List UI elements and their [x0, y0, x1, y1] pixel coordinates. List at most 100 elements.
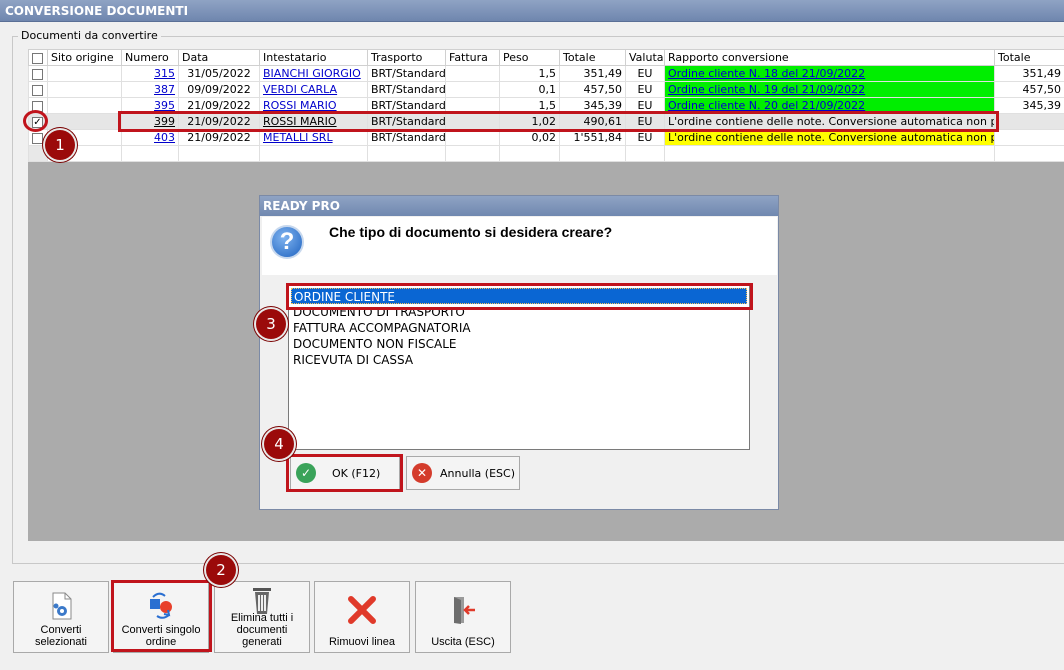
uscita-button[interactable]: Uscita (ESC): [415, 581, 511, 653]
link-rapporto[interactable]: Ordine cliente N. 18 del 21/09/2022: [668, 67, 865, 80]
column-header[interactable]: Peso: [499, 49, 560, 66]
row-checkbox[interactable]: [32, 68, 43, 80]
column-header[interactable]: Rapporto conversione: [664, 49, 995, 66]
header-select-all[interactable]: [28, 49, 48, 66]
dialog-title: READY PRO: [260, 196, 778, 216]
link-intestatario[interactable]: VERDI CARLA: [263, 83, 337, 96]
rimuovi-linea-label: Rimuovi linea: [328, 636, 396, 648]
cancel-icon: ✕: [412, 463, 432, 483]
annotation-box-ok: [286, 454, 403, 492]
cell-rapporto[interactable]: Ordine cliente N. 19 del 21/09/2022: [664, 81, 995, 98]
uscita-label: Uscita (ESC): [431, 636, 495, 648]
table-row[interactable]: 315 31/05/2022 BIANCHI GIORGIO BRT/Standard…: [28, 65, 1064, 82]
annotation-box-row: [118, 111, 999, 132]
cell-totale2: 457,50: [994, 81, 1064, 98]
dialog-question: Che tipo di documento si desidera creare…: [329, 224, 613, 240]
cell-peso: 1,5: [499, 65, 560, 82]
annotation-badge-4: 4: [264, 429, 294, 459]
column-header[interactable]: Totale: [559, 49, 626, 66]
cell-totale: 457,50: [559, 81, 626, 98]
cell-rapporto[interactable]: Ordine cliente N. 18 del 21/09/2022: [664, 65, 995, 82]
cancel-button[interactable]: ✕ Annulla (ESC): [406, 456, 520, 490]
row-checkbox[interactable]: [32, 84, 43, 96]
cell-totale2: 345,39: [994, 97, 1064, 114]
documents-grid: Sito origine Numero Data Intestatario Tr…: [28, 49, 1064, 162]
cell-fattura: [445, 81, 500, 98]
question-icon: ?: [270, 225, 304, 259]
cell-intestatario[interactable]: VERDI CARLA: [259, 81, 368, 98]
annotation-badge-1: 1: [45, 130, 75, 160]
empty-cell: [559, 145, 626, 162]
empty-cell: [121, 145, 179, 162]
list-item-documento-non-fiscale[interactable]: DOCUMENTO NON FISCALE: [291, 336, 747, 352]
cell-totale2: [994, 113, 1064, 130]
link-numero[interactable]: 403: [154, 131, 175, 144]
annotation-badge-2: 2: [206, 555, 236, 585]
row-checkbox-cell[interactable]: [28, 65, 48, 82]
annotation-box-option: [286, 283, 753, 310]
cell-data: 31/05/2022: [178, 65, 260, 82]
cell-sito: [47, 65, 122, 82]
empty-cell: [499, 145, 560, 162]
cell-trasporto: BRT/Standard: [367, 65, 446, 82]
cell-trasporto: BRT/Standard: [367, 81, 446, 98]
cell-valuta: EU: [625, 65, 665, 82]
window-title: CONVERSIONE DOCUMENTI: [0, 0, 1064, 22]
cell-peso: 0,1: [499, 81, 560, 98]
annotation-box-converti-singolo: [111, 580, 212, 652]
exit-door-icon: [454, 597, 475, 624]
cell-data: 09/09/2022: [178, 81, 260, 98]
table-row-empty: [28, 145, 1064, 162]
column-header[interactable]: Numero: [121, 49, 179, 66]
list-item-fattura-accompagnatoria[interactable]: FATTURA ACCOMPAGNATORIA: [291, 320, 747, 336]
cell-sito: [47, 97, 122, 114]
cell-intestatario[interactable]: BIANCHI GIORGIO: [259, 65, 368, 82]
row-checkbox[interactable]: [32, 132, 43, 144]
red-x-icon: [348, 596, 376, 624]
annotation-badge-3: 3: [256, 309, 286, 339]
cell-sito: [47, 113, 122, 130]
cancel-button-label: Annulla (ESC): [440, 466, 515, 480]
empty-cell: [994, 145, 1064, 162]
converti-selezionati-button[interactable]: Converti selezionati: [13, 581, 109, 653]
column-header[interactable]: Valuta: [625, 49, 665, 66]
link-numero[interactable]: 315: [154, 67, 175, 80]
grid-header-row: Sito origine Numero Data Intestatario Tr…: [28, 49, 1064, 66]
column-header[interactable]: Totale: [994, 49, 1064, 66]
link-intestatario[interactable]: METALLI SRL: [263, 131, 333, 144]
empty-cell: [625, 145, 665, 162]
converti-selezionati-label: Converti selezionati: [35, 624, 87, 648]
column-header[interactable]: Fattura: [445, 49, 500, 66]
rimuovi-linea-button[interactable]: Rimuovi linea: [314, 581, 410, 653]
list-item-ricevuta-cassa[interactable]: RICEVUTA DI CASSA: [291, 352, 747, 368]
column-header[interactable]: Trasporto: [367, 49, 446, 66]
column-header[interactable]: Data: [178, 49, 260, 66]
empty-cell: [367, 145, 446, 162]
cell-fattura: [445, 65, 500, 82]
empty-cell: [445, 145, 500, 162]
link-numero[interactable]: 387: [154, 83, 175, 96]
cell-valuta: EU: [625, 81, 665, 98]
cell-sito: [47, 81, 122, 98]
link-rapporto[interactable]: Ordine cliente N. 19 del 21/09/2022: [668, 83, 865, 96]
column-header[interactable]: Intestatario: [259, 49, 368, 66]
groupbox-label: Documenti da convertire: [18, 29, 161, 42]
document-gear-icon: [52, 592, 72, 620]
column-header[interactable]: Sito origine: [47, 49, 122, 66]
cell-totale: 351,49: [559, 65, 626, 82]
cell-totale2: 351,49: [994, 65, 1064, 82]
cell-totale2: [994, 129, 1064, 146]
empty-cell: [664, 145, 995, 162]
row-checkbox-cell[interactable]: [28, 81, 48, 98]
table-row[interactable]: 387 09/09/2022 VERDI CARLA BRT/Standard 0,1 4…: [28, 81, 1064, 98]
empty-cell: [259, 145, 368, 162]
dialog-header: ? Che tipo di documento si desidera crea…: [262, 217, 777, 275]
empty-cell: [178, 145, 260, 162]
annotation-circle-checkbox: [23, 110, 48, 132]
select-all-checkbox[interactable]: [32, 52, 43, 64]
elimina-documenti-button[interactable]: Elimina tutti i documenti generati: [214, 581, 310, 653]
cell-numero[interactable]: 387: [121, 81, 179, 98]
link-intestatario[interactable]: BIANCHI GIORGIO: [263, 67, 361, 80]
cell-numero[interactable]: 315: [121, 65, 179, 82]
elimina-documenti-label: Elimina tutti i documenti generati: [230, 612, 294, 648]
